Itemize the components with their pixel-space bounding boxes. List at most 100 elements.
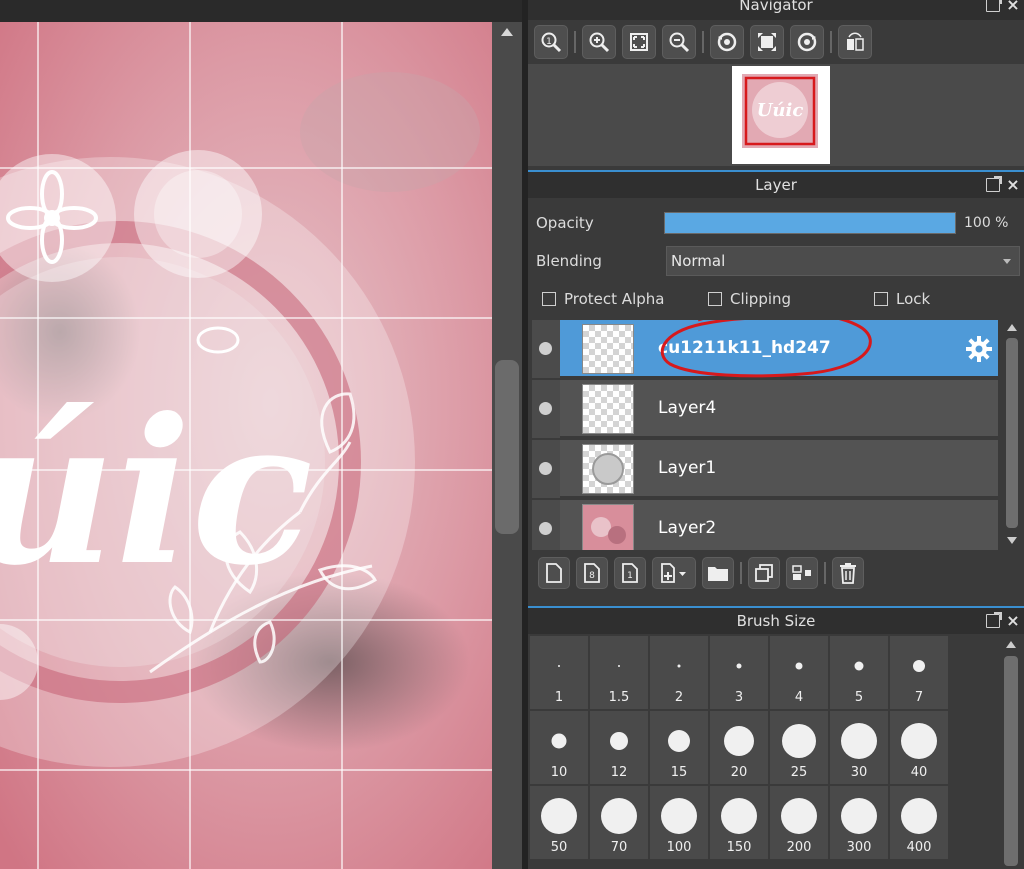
artwork-text: úic [0, 375, 313, 610]
brush-size-cell[interactable]: 400 [890, 786, 948, 859]
brush-size-cell[interactable]: 7 [890, 636, 948, 709]
brush-size-label: 50 [550, 840, 568, 855]
layer-thumbnail [582, 444, 634, 494]
brush-size-cell[interactable]: 25 [770, 711, 828, 784]
fit-screen-button[interactable] [622, 25, 656, 59]
rotate-left-button[interactable] [710, 25, 744, 59]
merge-layer-button[interactable] [786, 557, 818, 589]
brush-dot-icon [668, 730, 690, 752]
protect-alpha-label: Protect Alpha [564, 290, 665, 308]
brush-size-label: 300 [846, 840, 872, 855]
duplicate-layer-button[interactable] [748, 557, 780, 589]
new-folder-button[interactable] [702, 557, 734, 589]
brush-size-cell[interactable]: 2 [650, 636, 708, 709]
blending-dropdown[interactable]: Normal [666, 246, 1020, 276]
brush-size-cell[interactable]: 12 [590, 711, 648, 784]
canvas-vertical-scrollbar[interactable] [492, 22, 522, 869]
clipping-checkbox[interactable]: Clipping [708, 290, 791, 308]
zoom-actual-button[interactable]: 1 [534, 25, 568, 59]
rotate-right-button[interactable] [790, 25, 824, 59]
new-layer-button[interactable] [538, 557, 570, 589]
reset-view-button[interactable] [750, 25, 784, 59]
brush-size-cell[interactable]: 150 [710, 786, 768, 859]
zoom-out-button[interactable] [662, 25, 696, 59]
brush-dot-icon [913, 660, 925, 672]
checkbox-box[interactable] [874, 292, 888, 306]
detach-icon[interactable] [986, 612, 1002, 628]
brush-size-cell[interactable]: 300 [830, 786, 888, 859]
close-icon[interactable]: × [1006, 0, 1020, 13]
opacity-slider[interactable] [664, 212, 956, 234]
new-1bit-layer-button[interactable]: 1 [614, 557, 646, 589]
layer-toolbar: 8 1 [528, 550, 1024, 596]
brush-dot-icon [901, 798, 937, 834]
brush-size-cell[interactable]: 15 [650, 711, 708, 784]
delete-layer-button[interactable] [832, 557, 864, 589]
visibility-toggle[interactable] [532, 380, 560, 438]
close-icon[interactable]: × [1006, 177, 1020, 193]
opacity-value: 100 % [964, 215, 1009, 231]
zoom-out-icon [669, 32, 690, 53]
lock-checkbox[interactable]: Lock [874, 290, 930, 308]
layer-list-scrollbar[interactable] [1002, 320, 1022, 548]
brush-size-cell[interactable]: 4 [770, 636, 828, 709]
new-8bit-layer-button[interactable]: 8 [576, 557, 608, 589]
scroll-up-icon[interactable] [1006, 641, 1016, 648]
scroll-thumb[interactable] [1004, 656, 1018, 866]
rotate-right-icon [797, 32, 817, 52]
add-layer-dropdown[interactable] [652, 557, 696, 589]
scroll-up-icon[interactable] [1007, 324, 1017, 331]
brush-size-cell[interactable]: 200 [770, 786, 828, 859]
drawing-canvas[interactable]: úic [0, 22, 492, 869]
brush-size-cell[interactable]: 5 [830, 636, 888, 709]
brush-size-label: 150 [726, 840, 752, 855]
close-icon[interactable]: × [1006, 613, 1020, 629]
scroll-thumb[interactable] [1006, 338, 1018, 528]
brush-size-cell[interactable]: 50 [530, 786, 588, 859]
brush-size-cell[interactable]: 20 [710, 711, 768, 784]
brush-dot-icon [677, 664, 681, 668]
layer-row[interactable]: Layer4 [532, 380, 998, 438]
brush-size-scrollbar[interactable] [998, 636, 1024, 869]
layer-row[interactable]: Layer2 [532, 500, 998, 550]
protect-alpha-checkbox[interactable]: Protect Alpha [542, 290, 664, 308]
brush-dot-icon [551, 733, 567, 749]
detach-icon[interactable] [986, 0, 1002, 12]
brush-size-label: 1 [554, 690, 564, 705]
clipping-label: Clipping [730, 290, 792, 308]
brush-size-cell[interactable]: 70 [590, 786, 648, 859]
navigator-thumbnail[interactable]: Uúic [732, 66, 830, 164]
brush-size-cell[interactable]: 100 [650, 786, 708, 859]
checkbox-box[interactable] [708, 292, 722, 306]
reset-view-icon [758, 33, 776, 51]
brush-size-cell[interactable]: 1.5 [590, 636, 648, 709]
brush-size-label: 5 [854, 690, 864, 705]
brush-size-cell[interactable]: 10 [530, 711, 588, 784]
layer-list: cu1211k11_hd247 Layer4 Layer1 Layer2 [532, 320, 1002, 550]
brush-size-cell[interactable]: 30 [830, 711, 888, 784]
layer-name: Layer4 [658, 398, 717, 418]
layer-1-icon: 1 [622, 563, 638, 583]
scroll-down-icon[interactable] [1007, 537, 1017, 544]
visibility-toggle[interactable] [532, 440, 560, 498]
brush-dot-icon [558, 665, 560, 667]
blending-value: Normal [671, 252, 726, 270]
brush-size-cell[interactable]: 1 [530, 636, 588, 709]
layer-row[interactable]: Layer1 [532, 440, 998, 498]
brush-dot-icon [901, 723, 937, 759]
brush-dot-icon [610, 732, 628, 750]
navigator-preview[interactable]: Uúic [528, 64, 1024, 166]
visibility-toggle[interactable] [532, 500, 560, 550]
svg-text:1: 1 [546, 37, 552, 47]
brush-size-cell[interactable]: 3 [710, 636, 768, 709]
scroll-up-icon[interactable] [501, 28, 513, 36]
flip-horizontal-button[interactable] [838, 25, 872, 59]
scroll-thumb[interactable] [495, 360, 519, 534]
brush-size-label: 2 [674, 690, 684, 705]
checkbox-box[interactable] [542, 292, 556, 306]
visibility-toggle[interactable] [532, 320, 560, 378]
brush-size-cell[interactable]: 40 [890, 711, 948, 784]
gear-icon[interactable] [964, 334, 994, 364]
zoom-in-button[interactable] [582, 25, 616, 59]
detach-icon[interactable] [986, 176, 1002, 192]
